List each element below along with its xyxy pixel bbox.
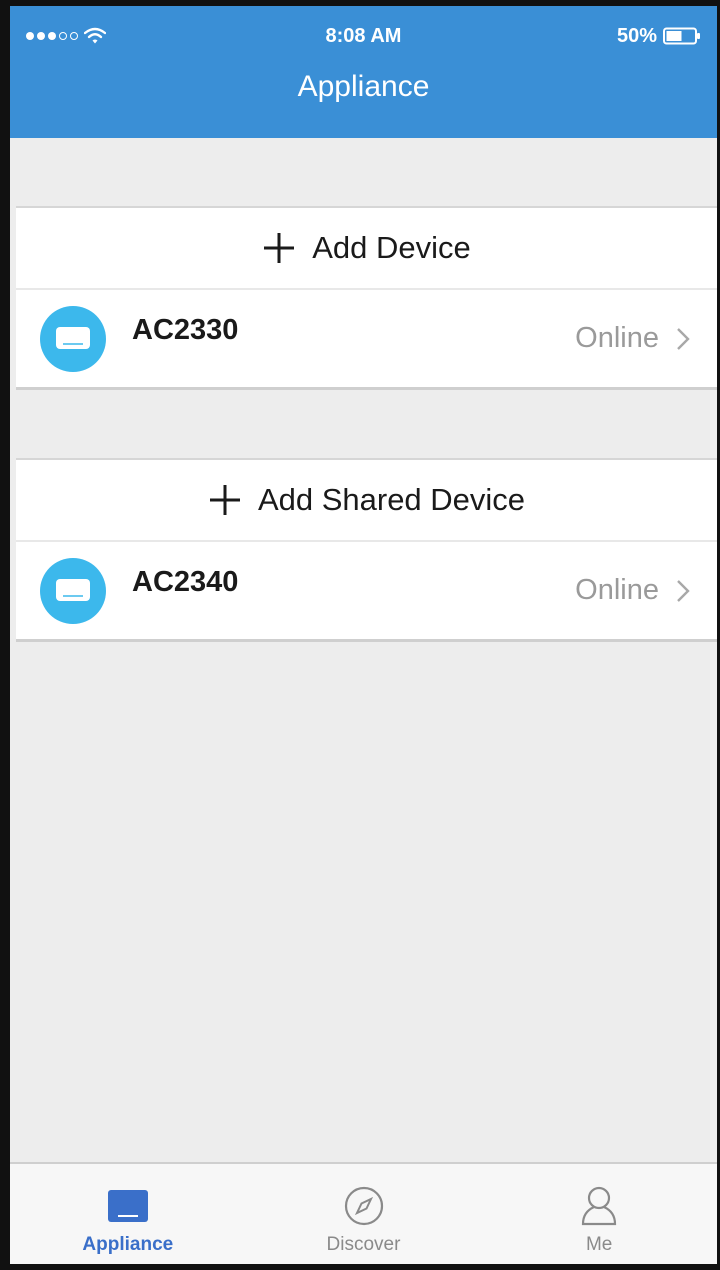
device-row-ac2330[interactable]: AC2330 Online xyxy=(16,290,717,390)
my-devices-section: Add Device AC2330 Online xyxy=(16,206,717,390)
device-status: Online xyxy=(575,574,659,606)
tab-label: Discover xyxy=(326,1234,401,1255)
tab-bar: Appliance Discover Me xyxy=(10,1162,717,1264)
signal-dot xyxy=(37,32,45,40)
person-icon xyxy=(582,1186,617,1226)
device-status: Online xyxy=(575,322,659,354)
signal-dot xyxy=(70,32,78,40)
phone-screen: 8:08 AM 50% Appliance Add Device AC2330 … xyxy=(0,0,720,1270)
page-title: Appliance xyxy=(297,70,430,103)
add-device-label: Add Device xyxy=(312,230,471,265)
air-conditioner-icon xyxy=(40,305,106,372)
plus-icon xyxy=(264,233,295,263)
air-conditioner-icon xyxy=(40,557,106,624)
tab-discover[interactable]: Discover xyxy=(246,1164,482,1264)
appliance-icon xyxy=(107,1190,148,1222)
tab-appliance[interactable]: Appliance xyxy=(10,1164,246,1264)
signal-dot xyxy=(26,32,34,40)
signal-dot xyxy=(48,32,56,40)
status-left xyxy=(26,27,106,45)
wifi-icon xyxy=(84,27,106,44)
battery-icon xyxy=(663,27,700,45)
shared-devices-section: Add Shared Device AC2340 Online xyxy=(16,458,717,642)
add-device-button[interactable]: Add Device xyxy=(16,206,717,290)
navigation-header: 8:08 AM 50% Appliance xyxy=(10,6,717,138)
air-conditioner-glyph xyxy=(56,326,90,349)
status-time: 8:08 AM xyxy=(325,24,402,47)
device-row-ac2340[interactable]: AC2340 Online xyxy=(16,542,717,642)
status-right: 50% xyxy=(617,25,701,48)
chevron-right-icon xyxy=(677,579,690,602)
device-name: AC2340 xyxy=(132,566,239,598)
add-shared-device-label: Add Shared Device xyxy=(257,482,526,517)
plus-icon xyxy=(209,485,240,515)
battery-percent: 50% xyxy=(616,24,657,47)
tab-me[interactable]: Me xyxy=(481,1164,717,1264)
chevron-right-icon xyxy=(677,327,690,350)
add-shared-device-button[interactable]: Add Shared Device xyxy=(16,458,717,542)
signal-dot xyxy=(59,32,67,40)
status-bar: 8:08 AM 50% xyxy=(10,6,717,66)
compass-icon xyxy=(344,1186,383,1226)
air-conditioner-glyph xyxy=(56,578,90,601)
device-name: AC2330 xyxy=(132,314,239,346)
tab-label: Me xyxy=(585,1234,613,1255)
tab-label: Appliance xyxy=(82,1234,174,1255)
signal-strength-icon xyxy=(26,32,78,40)
